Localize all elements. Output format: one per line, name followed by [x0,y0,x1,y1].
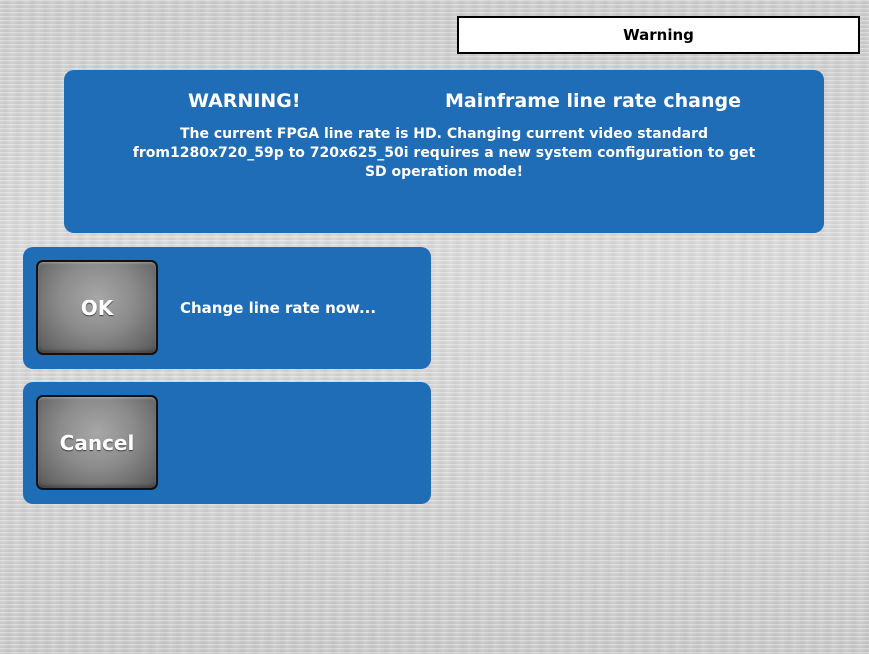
warning-message-line: SD operation mode! [364,164,524,180]
warning-label: WARNING! [188,90,301,112]
dialog-title-text: Warning [623,26,694,44]
warning-heading: WARNING! Mainframe line rate change [64,90,824,114]
cancel-button[interactable]: Cancel [36,395,158,490]
warning-message: The current FPGA line rate is HD. Changi… [78,125,810,182]
warning-heading-text: Mainframe line rate change [445,90,741,112]
warning-message-line: The current FPGA line rate is HD. Changi… [179,126,709,142]
warning-screen: Warning WARNING! Mainframe line rate cha… [0,0,869,654]
ok-action-caption: Change line rate now... [180,299,377,317]
cancel-action-panel: Cancel [23,382,431,504]
cancel-button-label: Cancel [59,430,135,455]
ok-button[interactable]: OK [36,260,158,355]
warning-message-line: from1280x720_59p to 720x625_50i requires… [132,145,756,161]
ok-action-panel: OK Change line rate now... [23,247,431,369]
ok-button-label: OK [80,295,114,320]
warning-panel: WARNING! Mainframe line rate change The … [64,70,824,233]
dialog-title: Warning [457,16,860,54]
